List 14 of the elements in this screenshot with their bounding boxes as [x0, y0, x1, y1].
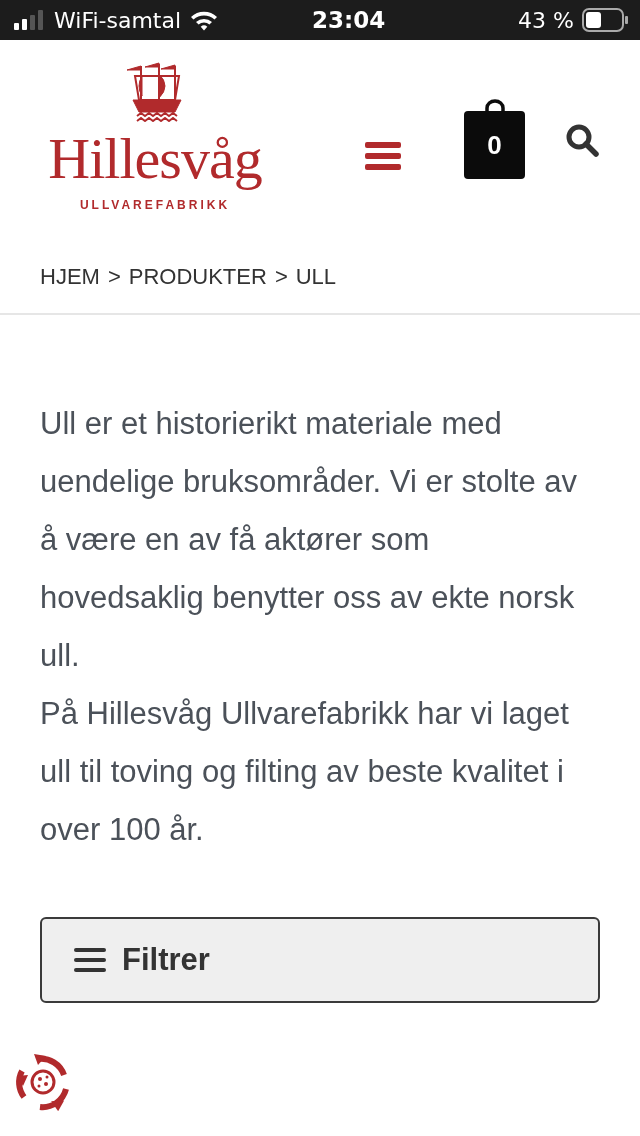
breadcrumb-current: ULL [295, 263, 337, 291]
breadcrumb-link[interactable]: PRODUKTER [128, 260, 267, 293]
breadcrumb-separator: > [107, 263, 121, 291]
breadcrumb-link[interactable]: HJEM [40, 260, 100, 293]
filter-button[interactable]: Filtrer [40, 917, 600, 1003]
cart-button[interactable]: 0 [464, 111, 525, 179]
breadcrumb-separator: > [274, 263, 288, 291]
status-time: 23:04 [312, 6, 386, 33]
logo-subtitle: ULLVAREFABRIKK [79, 197, 231, 214]
intro-paragraph: På Hillesvåg Ullvarefabrikk har vi laget ull til toving og filting av beste kvalitet i over 100 år. [40, 695, 570, 849]
battery-percentage: 43 % [518, 6, 574, 35]
logo-wordmark[interactable]: Hillesvåg [48, 130, 262, 188]
intro-paragraph: Ull er et historierikt materiale med uendelige bruksområder. Vi er stolte av å være en av få aktører som hovedsaklig benytter oss av ekte norsk ull. [40, 405, 579, 675]
carrier-name: WiFi-samtal [54, 6, 182, 35]
